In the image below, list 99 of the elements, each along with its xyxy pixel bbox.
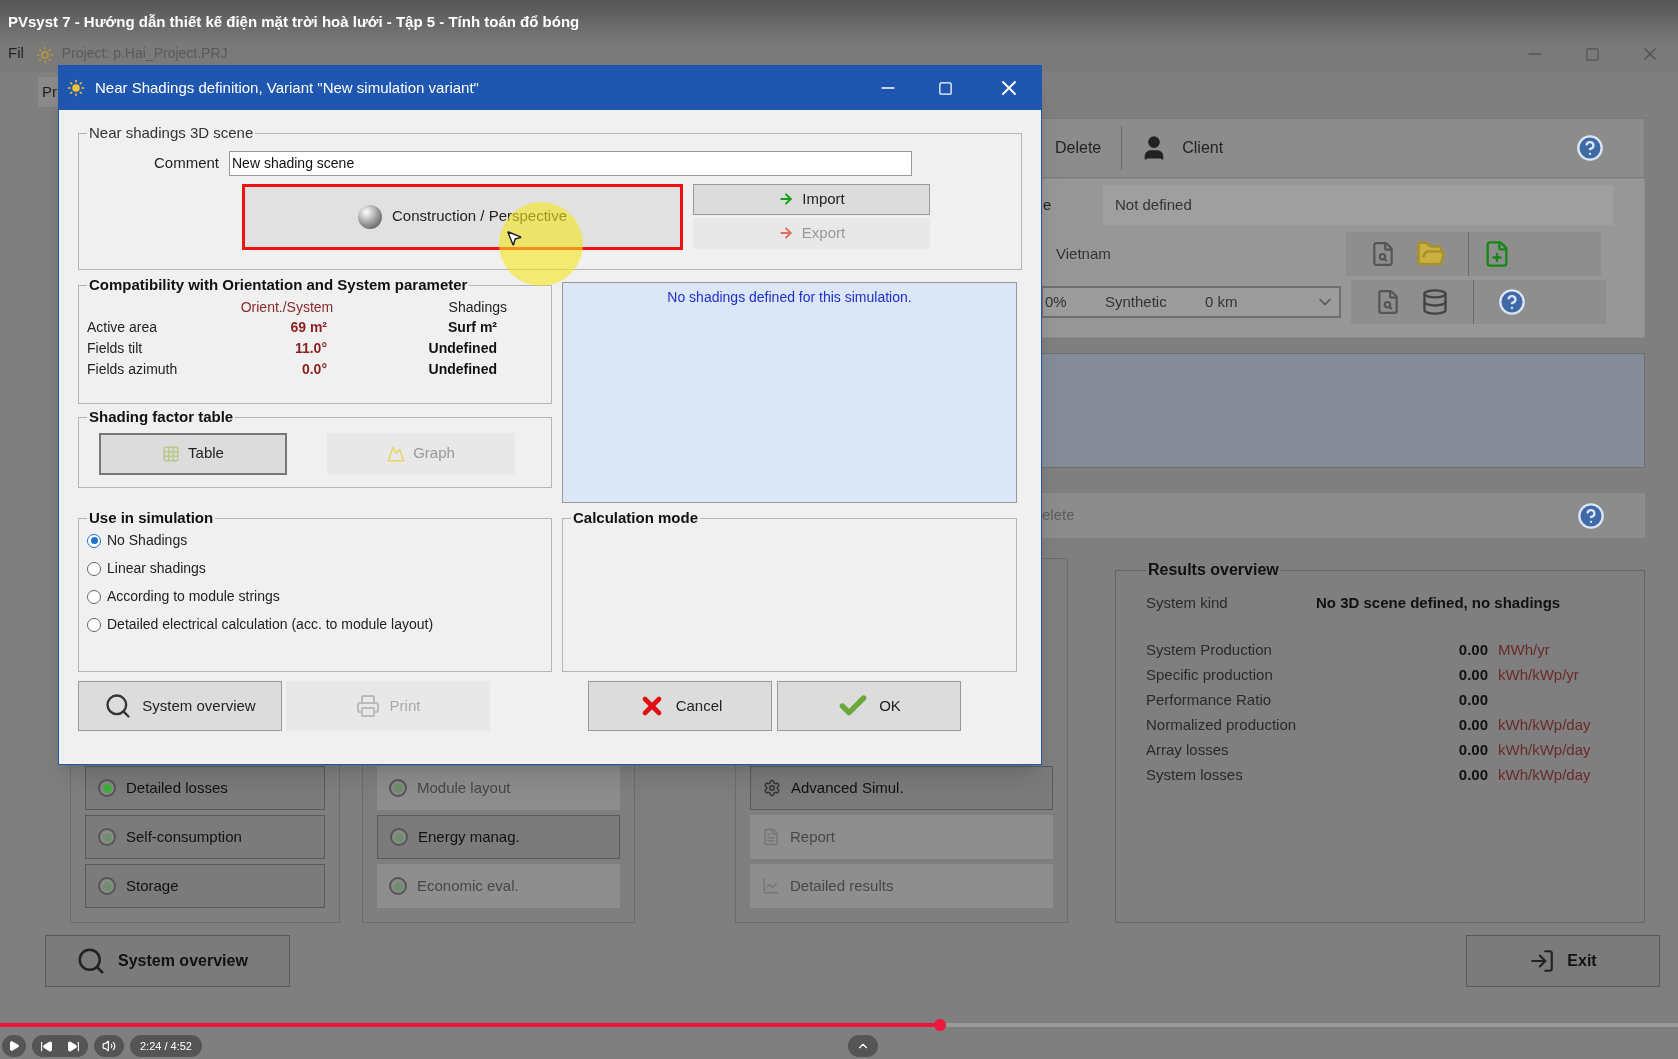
result-label: System kind [1146,593,1229,613]
action-button[interactable]: Detailed losses [85,766,325,810]
printer-icon [355,694,380,718]
gear-icon [763,779,781,797]
table-icon [162,444,181,463]
help-icon[interactable] [1577,501,1605,530]
dropdown-value: Synthetic [1105,291,1168,312]
column-header: Shadings [447,297,507,317]
menu-item[interactable]: Fil [8,41,24,64]
action-button[interactable]: Advanced Simul. [750,766,1053,810]
help-icon[interactable] [1576,134,1604,162]
radio-option[interactable]: Detailed electrical calculation (acc. to module layout) [87,613,543,636]
result-label: Array losses [1146,739,1230,758]
shadings-value: Surf m² [447,317,497,337]
row-label: Fields azimuth [87,359,179,379]
play-button[interactable] [2,1035,26,1057]
group-title: Near shadings 3D scene [88,123,255,143]
database-icon[interactable] [1421,288,1449,316]
previous-icon [40,1039,53,1053]
column-header: Orient./System [239,297,335,317]
skip-controls[interactable] [32,1035,88,1057]
search-icon [76,946,106,976]
meteo-dropdown[interactable]: 0% Synthetic 0 km [1041,286,1341,318]
comment-field[interactable]: New shading scene [229,150,912,176]
radio-button[interactable] [87,561,101,576]
row-label: Fields tilt [87,338,144,358]
field-label: e [1043,194,1053,215]
site-name: Vietnam [1056,243,1112,264]
group-title: Compatibility with Orientation and System parameter [88,275,469,295]
search-icon [104,692,133,720]
group-title: Shading factor table [88,407,235,427]
graph-icon [387,444,406,463]
result-value: 0.00 [1457,714,1488,733]
video-time: 2:24 / 4:52 [130,1035,202,1057]
progress-handle[interactable] [933,1019,946,1031]
result-unit: kWh/kWp/day [1498,714,1591,733]
field-label: Comment [152,152,220,173]
volume-button[interactable] [94,1035,124,1057]
video-title: PVsyst 7 - Hướng dẫn thiết kế điện mặt trời hoà lưới - Tập 5 - Tính toán đổ bóng [8,11,580,32]
exit-icon [1529,948,1556,974]
app-icon [35,46,54,64]
group-title: Results overview [1147,560,1280,580]
orient-value: 0.0° [300,359,327,379]
shadings-value: Undefined [427,338,497,358]
radio-option[interactable]: No Shadings [87,529,543,552]
dropdown-value: 0% [1045,291,1068,312]
result-value: 0.00 [1457,764,1488,783]
exit-button[interactable]: Exit [1466,935,1660,987]
play-icon [8,1040,20,1052]
radio-option[interactable]: Linear shadings [87,557,543,580]
shadings-value: Undefined [427,359,497,379]
action-button[interactable]: Storage [85,864,325,908]
result-unit: kWh/kWp/yr [1498,664,1579,683]
help-icon[interactable] [1498,288,1526,316]
search-icon[interactable] [1375,289,1401,315]
group-title: Use in simulation [88,508,215,528]
result-label: System Production [1146,639,1273,658]
app-icon [67,79,85,97]
ok-button[interactable]: OK [777,681,961,731]
result-label: Performance Ratio [1146,689,1273,708]
volume-icon [102,1039,116,1053]
progress-track[interactable] [0,1023,1678,1027]
client-button[interactable]: Client [1140,134,1224,162]
delete-button[interactable]: Delete [1051,136,1106,160]
result-label: Specific production [1146,664,1274,683]
search-icon[interactable] [1370,241,1396,267]
result-unit: kWh/kWp/day [1498,764,1591,783]
window-title: Near Shadings definition, Variant "New simulation variant" [95,77,479,98]
radio-button[interactable] [87,589,101,604]
system-overview-button[interactable]: System overview [78,681,282,731]
expand-button[interactable] [848,1035,878,1057]
radio-option[interactable]: According to module strings [87,585,543,608]
next-icon [67,1039,80,1053]
dropdown-value: 0 km [1205,291,1238,312]
result-value: 0.00 [1457,639,1488,658]
result-value: 0.00 [1457,739,1488,758]
cursor-icon [505,229,523,247]
group-title: Calculation mode [572,508,700,528]
cancel-button[interactable]: Cancel [588,681,772,731]
action-button[interactable]: Self-consumption [85,815,325,859]
value-field: Not defined [1103,185,1613,225]
radio-button[interactable] [87,533,101,548]
result-value: No 3D scene defined, no shadings [1316,593,1561,613]
result-unit: MWh/yr [1498,639,1550,658]
message-text: No shadings defined for this simulation. [667,288,912,307]
orient-value: 11.0° [293,338,327,358]
table-button[interactable]: Table [99,432,287,475]
report-icon [762,828,780,846]
result-label: Normalized production [1146,714,1298,733]
result-value: 0.00 [1457,664,1488,683]
action-button[interactable]: Energy manag. [377,815,620,859]
row-label: Active area [87,317,159,337]
result-value: 0.00 [1457,689,1488,708]
orient-value: 69 m² [289,317,327,337]
result-unit: kWh/kWp/day [1498,739,1591,758]
radio-button[interactable] [87,617,101,632]
import-button[interactable]: Import [693,183,930,215]
system-overview-button[interactable]: System overview [45,935,290,987]
result-label: System losses [1146,764,1244,783]
